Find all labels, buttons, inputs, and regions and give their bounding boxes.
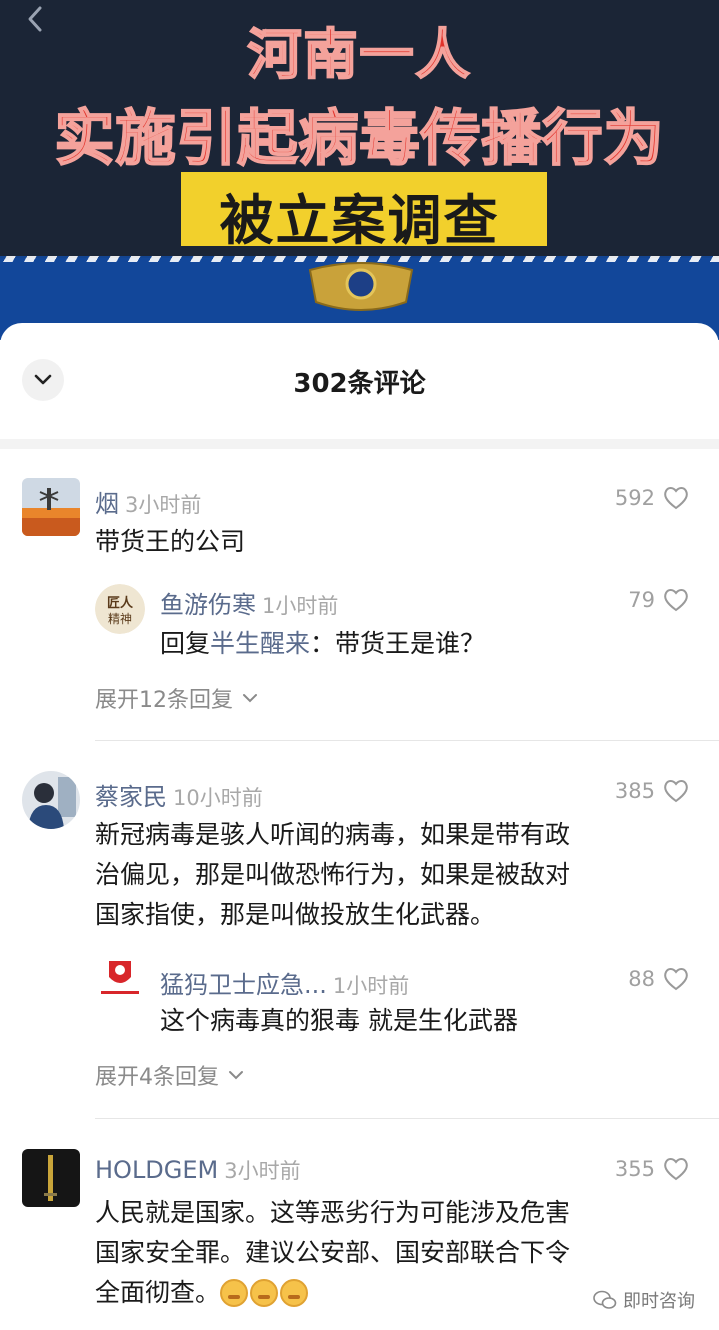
like-button[interactable]: 592 (615, 486, 689, 510)
heart-icon (664, 968, 688, 991)
headline-line3: 被立案调查 (219, 189, 500, 252)
comment-username[interactable]: HOLDGEM 3小时前 (95, 1155, 301, 1185)
police-badge-icon (308, 262, 414, 311)
like-button[interactable]: 385 (615, 779, 689, 803)
headline-line2: 实施引起病毒传播行为 (54, 103, 665, 175)
heart-icon (664, 589, 688, 612)
reply-time: 1小时前 (332, 974, 410, 998)
svg-text:精神: 精神 (108, 612, 132, 626)
comment-username[interactable]: 蔡家民 10小时前 (95, 777, 263, 812)
comment-divider (95, 740, 719, 741)
heart-icon (664, 780, 688, 803)
reply-like-count: 79 (628, 588, 655, 612)
avatar[interactable] (22, 1149, 80, 1207)
chevron-down-icon (229, 1071, 243, 1080)
reply-time: 1小时前 (262, 594, 339, 618)
comment-time: 3小时前 (125, 493, 202, 517)
wechat-icon (593, 1290, 617, 1309)
reply-like-button[interactable]: 79 (628, 588, 689, 612)
heart-icon (664, 1158, 688, 1181)
sheet-header: 302条评论 (0, 323, 719, 449)
reply-username[interactable]: 猛犸卫士应急... 1小时前 (160, 965, 409, 1000)
reply-like-count: 88 (628, 967, 655, 991)
comment-time: 3小时前 (224, 1159, 301, 1183)
comment-text: 人民就是国家。这等恶劣行为可能涉及危害 国家安全罪。建议公安部、国安部联合下令 … (95, 1198, 571, 1307)
like-button[interactable]: 355 (615, 1157, 689, 1181)
heart-icon (664, 487, 688, 510)
reply-text: 回复半生醒来：带货王是谁？ (160, 629, 486, 658)
like-count: 592 (614, 486, 655, 510)
reply-avatar[interactable]: 匠人 精神 (95, 584, 145, 634)
reply-like-button[interactable]: 88 (628, 967, 689, 991)
chevron-down-icon (243, 694, 257, 703)
reply-text: 这个病毒真的狠毒 就是生化武器 (160, 1006, 518, 1035)
header-divider (0, 439, 719, 449)
comment-divider (95, 1118, 719, 1119)
avatar[interactable] (22, 478, 80, 536)
comment-text: 带货王的公司 (95, 527, 246, 556)
watermark: 即时咨询 (593, 1287, 695, 1313)
comment-time: 10小时前 (173, 786, 263, 810)
reply-mention[interactable]: 半生醒来 (210, 629, 310, 658)
video-banner[interactable]: 河南一人 实施引起病毒传播行为 被立案调查 (0, 0, 719, 340)
svg-text:匠人: 匠人 (107, 595, 134, 611)
comment-text: 新冠病毒是骇人听闻的病毒，如果是带有政 治偏见，那是叫做恐怖行为，如果是被敌对 … (95, 820, 571, 929)
avatar[interactable] (22, 771, 80, 829)
expand-replies-button[interactable]: 展开12条回复 (95, 682, 259, 714)
comment-count-title: 302条评论 (293, 369, 426, 399)
expand-replies-button[interactable]: 展开4条回复 (95, 1059, 245, 1091)
emoji-icon (220, 1279, 249, 1307)
reply-username[interactable]: 鱼游伤寒 1小时前 (160, 585, 338, 620)
reply-avatar[interactable] (95, 955, 145, 1005)
comment-username[interactable]: 烟 3小时前 (95, 484, 201, 519)
like-count: 355 (614, 1157, 655, 1181)
emoji-icon (250, 1279, 279, 1307)
headline-line1: 河南一人 (247, 22, 472, 87)
emoji-icon (280, 1279, 309, 1307)
like-count: 385 (614, 779, 655, 803)
